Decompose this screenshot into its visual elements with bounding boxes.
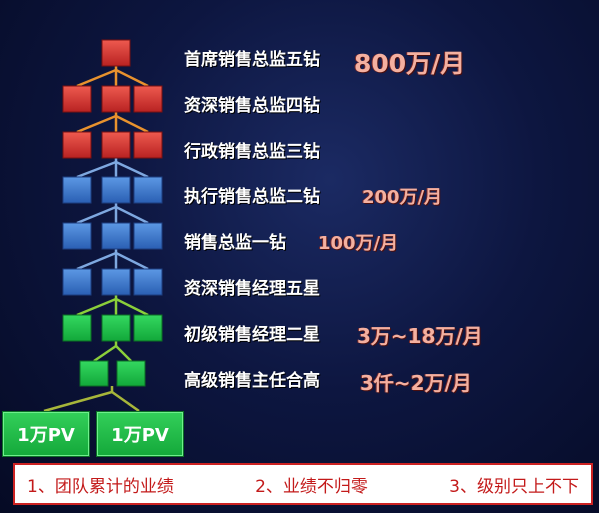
- node: [116, 360, 146, 387]
- node: [101, 39, 131, 67]
- level-title: 执行销售总监二钻: [184, 187, 320, 207]
- connectors-level-4: [76, 203, 149, 225]
- connectors-level-8: [43, 386, 140, 413]
- node: [101, 131, 131, 159]
- note-item: 3、级别只上不下: [449, 476, 579, 497]
- income-label: 100万/月: [318, 233, 399, 254]
- node: [62, 314, 92, 342]
- income-label: 3万~18万/月: [357, 324, 483, 348]
- connectors-level-1: [76, 66, 149, 88]
- connectors-level-5: [76, 249, 149, 271]
- connector-lines: [43, 66, 149, 413]
- node: [101, 314, 131, 342]
- node: [133, 314, 163, 342]
- node: [62, 268, 92, 296]
- node: [62, 131, 92, 159]
- node: [62, 176, 92, 204]
- pv-box: 1万PV: [96, 411, 184, 457]
- notes-bar: 1、团队累计的业绩 2、业绩不归零 3、级别只上不下: [13, 463, 593, 505]
- level-3-nodes: [62, 131, 163, 159]
- level-2-nodes: [62, 85, 163, 113]
- income-label: 3仟~2万/月: [360, 371, 472, 395]
- node: [133, 268, 163, 296]
- node: [62, 222, 92, 250]
- note-item: 2、业绩不归零: [255, 476, 368, 497]
- level-title: 资深销售总监四钻: [184, 96, 320, 116]
- node: [101, 268, 131, 296]
- node: [133, 176, 163, 204]
- node: [133, 85, 163, 113]
- connectors-level-2: [76, 112, 149, 134]
- level-title: 销售总监一钻: [184, 233, 286, 253]
- connectors-level-3: [76, 158, 149, 179]
- connectors-level-6: [76, 295, 149, 317]
- level-4-nodes: [62, 176, 163, 204]
- node: [79, 360, 109, 387]
- node: [62, 85, 92, 113]
- level-5-nodes: [62, 222, 163, 250]
- pv-box: 1万PV: [2, 411, 90, 457]
- level-8-nodes: [79, 360, 146, 387]
- node: [133, 131, 163, 159]
- node: [101, 176, 131, 204]
- connectors-level-7: [93, 341, 132, 363]
- node: [101, 222, 131, 250]
- level-title: 高级销售主任合高: [184, 371, 320, 391]
- level-title: 行政销售总监三钻: [184, 142, 320, 162]
- node: [133, 222, 163, 250]
- level-6-nodes: [62, 268, 163, 296]
- node: [101, 85, 131, 113]
- level-title: 资深销售经理五星: [184, 279, 320, 299]
- level-7-nodes: [62, 314, 163, 342]
- income-label: 800万/月: [354, 49, 466, 78]
- note-item: 1、团队累计的业绩: [27, 476, 174, 497]
- level-1-nodes: [101, 39, 131, 67]
- level-title: 首席销售总监五钻: [184, 50, 320, 70]
- income-label: 200万/月: [362, 187, 443, 208]
- level-title: 初级销售经理二星: [184, 325, 320, 345]
